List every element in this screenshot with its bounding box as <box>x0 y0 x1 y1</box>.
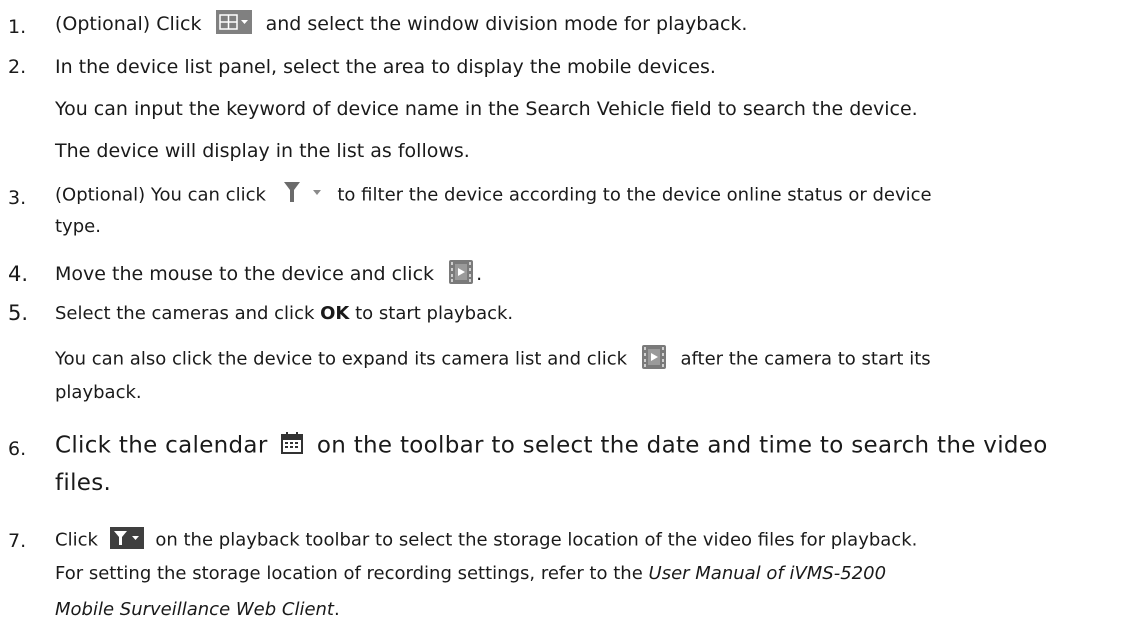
calendar-icon <box>281 432 304 460</box>
step-subtext: You can also click the device to expand … <box>55 348 628 370</box>
step-subtext: You can input the keyword of device name… <box>55 98 918 120</box>
step-number: 3. <box>8 187 27 209</box>
step-text: . <box>476 263 483 285</box>
step-text: In the device list panel, select the are… <box>55 56 716 78</box>
manual-title-continued: Mobile Surveillance Web Client <box>55 599 334 620</box>
storage-filter-icon <box>109 527 144 554</box>
step-number: 6. <box>8 438 27 460</box>
step-subtext: after the camera to start its <box>680 348 931 370</box>
window-division-icon <box>215 10 252 39</box>
step-text-continued: files. <box>55 470 112 496</box>
step-text-continued: type. <box>55 216 101 237</box>
step-number: 5. <box>8 301 29 325</box>
step-text: to filter the device according to the de… <box>337 184 932 206</box>
step-text: and select the window division mode for … <box>265 13 748 35</box>
step-text: Click <box>55 529 98 551</box>
playback-icon <box>448 259 474 290</box>
step-text: Select the cameras and click <box>55 303 315 324</box>
step-number: 7. <box>8 530 27 552</box>
step-subtext: The device will display in the list as f… <box>55 140 470 162</box>
filter-icon <box>280 179 324 212</box>
step-text: Click the calendar <box>55 432 268 459</box>
step-text: to start playback. <box>355 303 514 324</box>
step-text: on the toolbar to select the date and ti… <box>316 432 1048 459</box>
ok-label: OK <box>320 303 350 324</box>
step-text: Move the mouse to the device and click <box>55 263 435 285</box>
playback-icon <box>641 344 667 375</box>
step-number: 2. <box>8 56 27 78</box>
period: . <box>334 599 340 620</box>
manual-title: User Manual of iVMS-5200 <box>648 563 887 584</box>
step-subtext-continued: playback. <box>55 382 142 403</box>
step-text: (Optional) Click <box>55 13 202 35</box>
step-number: 1. <box>8 16 27 38</box>
step-number: 4. <box>8 262 29 286</box>
step-subtext: For setting the storage location of reco… <box>55 563 643 584</box>
step-text: (Optional) You can click <box>55 184 266 206</box>
step-text: on the playback toolbar to select the st… <box>155 529 918 551</box>
